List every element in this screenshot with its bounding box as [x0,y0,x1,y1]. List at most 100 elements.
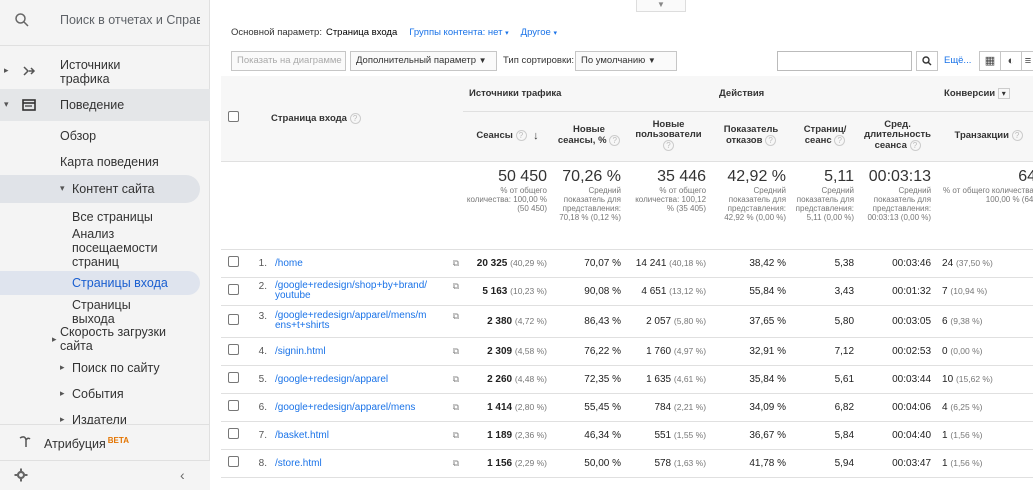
sidebar-item-behavior-flow[interactable]: Карта поведения [0,151,210,173]
select-all-checkbox[interactable] [227,111,239,123]
sidebar-item-site-speed[interactable]: ▸ Скорость загрузки сайта [0,324,210,354]
row-select-cell[interactable] [221,337,245,366]
sidebar-item-content-drilldown[interactable]: Анализ посещаемости страниц [0,227,210,269]
total-sub: Средний показатель для представления: 5,… [795,185,855,222]
advanced-filter-link[interactable]: Ещё... [944,55,971,66]
report-search[interactable]: Поиск в отчетах и Справке [0,0,210,46]
sidebar-item-behavior[interactable]: ▾ Поведение [0,89,210,121]
content-group-link[interactable]: Группы контента: нет ▾ [409,27,508,38]
table-view-icon[interactable]: ▦ [979,51,1001,71]
landing-page-link[interactable]: /google+redesign/apparel/mens/mens+t+shi… [275,311,431,331]
plot-rows-button[interactable]: Показать на диаграмме [231,51,346,71]
cell-value: 1 635 [646,373,672,385]
table-search-button[interactable] [916,51,938,71]
help-icon[interactable]: ? [515,130,527,142]
behavior-icon [22,99,36,111]
total-value: 35 446 [657,167,707,185]
landing-page-link[interactable]: /google+redesign/apparel/mens [275,402,415,413]
sidebar-item-overview[interactable]: Обзор [0,125,210,147]
sort-type-select[interactable]: По умолчанию ▼ [575,51,677,71]
open-page-icon[interactable]: ⧉ [453,374,459,385]
group-header-conversions[interactable]: Конверсии ▾ [936,76,1033,112]
row-select-cell[interactable] [221,421,245,450]
column-header-new-users[interactable]: Новые пользователи ? [626,111,712,162]
sidebar-item-acquisition[interactable]: ▸ Источники трафика [0,55,210,87]
row-checkbox[interactable] [227,456,239,467]
row-select-cell[interactable] [221,305,245,338]
landing-page-link[interactable]: /google+redesign/shop+by+brand/youtube [275,281,431,301]
sidebar-item-label: Поведение [60,98,125,112]
column-header-sessions[interactable]: Сеансы ? ↓ [463,111,552,162]
chart-collapse-handle[interactable]: ▼ [636,0,686,12]
open-page-icon[interactable]: ⧉ [453,346,459,357]
sidebar-item-publisher[interactable]: ▸ Издатели [0,410,210,424]
total-sub: % от общего количества: 100,00 % (64) [943,185,1033,204]
row-number: 6. [258,401,267,413]
avg-duration-cell: 00:04:40 [859,421,937,450]
row-select-cell[interactable] [221,393,245,422]
row-checkbox[interactable] [227,284,239,295]
chevron-right-icon: ▸ [60,388,65,398]
new-sessions-pct-cell: 72,35 % [552,365,626,394]
row-checkbox[interactable] [227,400,239,411]
help-icon[interactable]: ? [349,112,361,124]
collapse-sidebar-icon[interactable]: ‹ [180,467,185,483]
column-header-bounce-rate[interactable]: Показатель отказов ? [711,111,792,162]
sidebar-item-landing-pages[interactable]: Страницы входа [0,271,200,295]
pages-per-session-cell: 5,61 [791,365,860,394]
sidebar-item-site-content[interactable]: ▾ Контент сайта [0,175,200,203]
column-header-landing-page[interactable]: Страница входа ? [245,76,463,162]
row-checkbox[interactable] [227,314,239,325]
landing-page-link[interactable]: /store.html [275,458,322,469]
pie-view-icon[interactable]: ◐ [1000,51,1022,71]
row-select-cell[interactable] [221,249,245,278]
row-checkbox[interactable] [227,372,239,383]
landing-page-link[interactable]: /basket.html [275,430,329,441]
open-page-icon[interactable]: ⧉ [453,281,459,292]
help-icon[interactable]: ? [834,135,846,147]
cell-value: 4 651 [641,285,667,297]
landing-page-link[interactable]: /google+redesign/apparel [275,374,388,385]
landing-page-link[interactable]: /home [275,258,303,269]
row-checkbox[interactable] [227,344,239,355]
landing-page-cell: 2. /google+redesign/shop+by+brand/youtube… [245,277,463,306]
row-select-cell[interactable] [221,365,245,394]
help-icon[interactable]: ? [765,135,777,147]
search-icon [922,56,932,66]
cell-value: 551 [654,429,672,441]
sidebar-item-site-search[interactable]: ▸ Поиск по сайту [0,358,210,378]
column-header-pages-per-session[interactable]: Страниц/сеанс ? [791,111,860,162]
column-header-avg-duration[interactable]: Сред. длительность сеанса ? [859,111,937,162]
sidebar-item-attribution[interactable]: Атрибуция BETA [0,424,210,456]
open-page-icon[interactable]: ⧉ [453,458,459,469]
secondary-dimension-button[interactable]: Дополнительный параметр ▼ [350,51,497,71]
open-page-icon[interactable]: ⧉ [453,258,459,269]
help-icon[interactable]: ? [909,140,921,152]
cell-pct: (9,38 %) [950,315,983,326]
open-page-icon[interactable]: ⧉ [453,311,459,322]
cell-pct: (1,56 %) [950,457,983,468]
open-page-icon[interactable]: ⧉ [453,402,459,413]
help-icon[interactable]: ? [609,135,621,147]
landing-page-link[interactable]: /signin.html [275,346,326,357]
row-checkbox[interactable] [227,428,239,439]
sidebar-item-all-pages[interactable]: Все страницы [0,208,210,226]
row-select-cell[interactable] [221,277,245,306]
open-page-icon[interactable]: ⧉ [453,430,459,441]
avg-duration-cell: 00:03:46 [859,249,937,278]
select-all-cell[interactable] [221,76,245,162]
help-icon[interactable]: ? [1011,130,1023,142]
row-checkbox[interactable] [227,256,239,267]
column-header-new-sessions-pct[interactable]: Новые сеансы, % ? [552,111,626,162]
sidebar-item-events[interactable]: ▸ События [0,384,210,404]
row-select-cell[interactable] [221,449,245,478]
gear-icon[interactable] [14,468,28,482]
help-icon[interactable]: ? [663,140,675,152]
sidebar-item-label: Атрибуция BETA [44,434,129,451]
acquisition-icon [23,66,36,76]
performance-view-icon[interactable]: ≡ [1021,51,1033,71]
column-header-transactions[interactable]: Транзакции ? [936,111,1033,162]
table-search-input[interactable] [777,51,912,71]
sidebar-item-exit-pages[interactable]: Страницы выхода [0,297,210,326]
other-dimension-link[interactable]: Другое ▾ [521,27,557,38]
